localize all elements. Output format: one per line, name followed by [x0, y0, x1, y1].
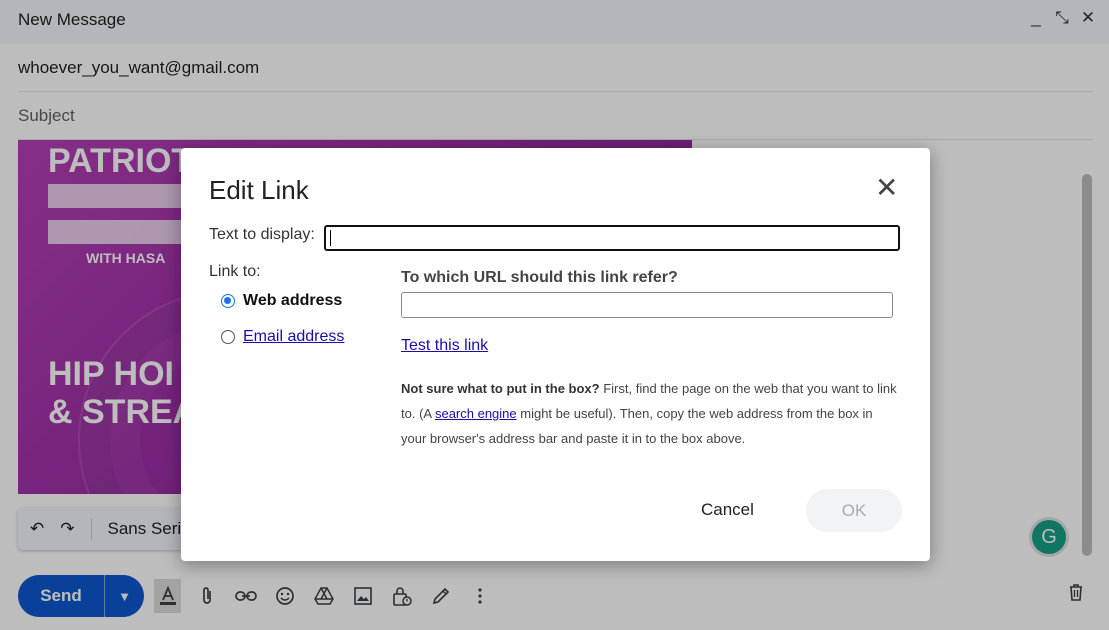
link-to-label: Link to: [209, 263, 261, 280]
web-address-label: Web address [243, 292, 343, 309]
email-address-radio[interactable] [221, 330, 235, 344]
help-bold-text: Not sure what to put in the box? [401, 381, 600, 396]
web-address-radio[interactable] [221, 294, 235, 308]
url-input[interactable] [401, 292, 893, 318]
cancel-button[interactable]: Cancel [701, 500, 754, 520]
ok-button[interactable]: OK [806, 489, 902, 532]
text-to-display-input[interactable] [324, 225, 900, 251]
text-caret [330, 230, 331, 246]
test-this-link[interactable]: Test this link [401, 337, 488, 355]
edit-link-dialog: Edit Link ✕ Text to display: Link to: We… [181, 148, 930, 561]
dialog-title: Edit Link [209, 175, 309, 205]
search-engine-link[interactable]: search engine [435, 406, 517, 421]
help-text: Not sure what to put in the box? First, … [401, 376, 901, 451]
url-question-label: To which URL should this link refer? [401, 269, 678, 286]
email-address-label[interactable]: Email address [243, 328, 344, 346]
email-address-option[interactable]: Email address [221, 328, 344, 346]
web-address-option[interactable]: Web address [221, 292, 342, 310]
text-to-display-label: Text to display: [209, 226, 315, 243]
close-icon[interactable]: ✕ [875, 174, 898, 202]
